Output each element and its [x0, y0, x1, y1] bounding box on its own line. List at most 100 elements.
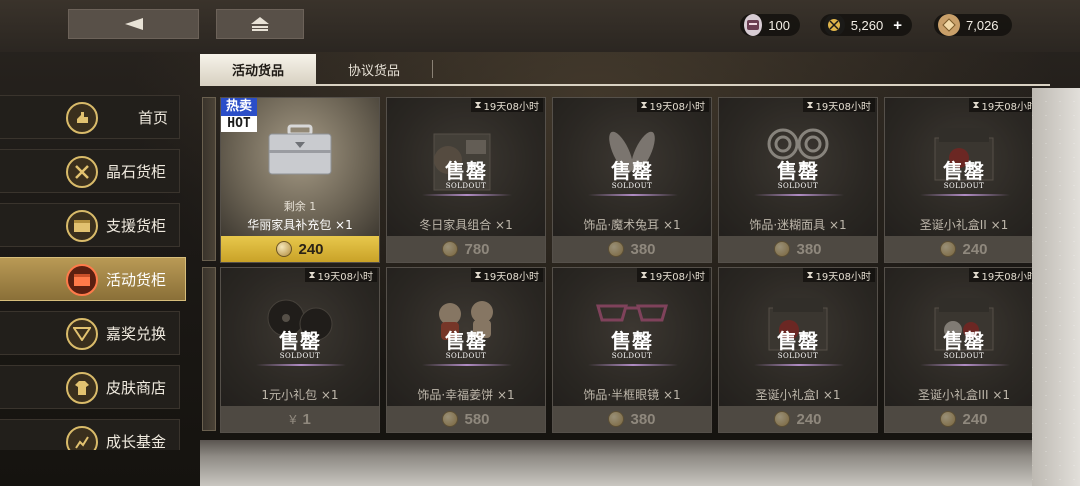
certificate-icon — [442, 411, 459, 427]
previous-card-edge — [202, 267, 216, 431]
item-name: 圣诞小礼盒I ×1 — [755, 388, 841, 402]
item-price: 240 — [962, 410, 988, 428]
sold-out-divider — [422, 194, 512, 196]
hourglass-icon: ⧗ — [972, 269, 980, 281]
tab-underline — [200, 84, 1050, 86]
sidebar-item-label: 活动货柜 — [106, 270, 167, 289]
sold-out-english: SOLDOUT — [777, 182, 819, 190]
top-bar: 100 5,260 + 7,026 — [0, 0, 1080, 52]
back-button[interactable] — [68, 9, 199, 39]
currency-symbol: ¥ — [289, 411, 297, 427]
sidebar-item-crystal[interactable]: 晶石货柜 — [0, 149, 180, 193]
back-arrow-icon — [124, 18, 143, 30]
timer: ⧗ 19天08小时 — [802, 98, 875, 113]
certificate-icon — [442, 241, 459, 257]
shop-item-card[interactable]: ⧗ 19天08小时 售罄 SOLDOUT 1元小礼包 ×1 ¥1 — [220, 267, 380, 433]
sold-out-english: SOLDOUT — [943, 182, 985, 190]
home-button[interactable] — [216, 9, 304, 39]
shop-item-card[interactable]: ⧗ 19天08小时 售罄 SOLDOUT 冬日家具组合 ×1 780 — [386, 97, 546, 263]
timer-text: 19天08小时 — [981, 271, 1032, 283]
shop-item-card[interactable]: ⧗ 19天08小时 售罄 SOLDOUT 饰品·幸福姜饼 ×1 580 — [386, 267, 546, 433]
sold-out-text: 售罄 — [611, 159, 653, 183]
sanity-icon — [744, 14, 763, 36]
item-price: 380 — [630, 240, 656, 258]
timer-text: 19天08小时 — [483, 101, 539, 113]
price-bar: 240 — [221, 236, 379, 262]
hourglass-icon: ⧗ — [474, 99, 482, 111]
item-name: 冬日家具组合 ×1 — [419, 218, 513, 232]
shop-item-card[interactable]: ⧗ 19天08小时 售罄 SOLDOUT 圣诞小礼盒II ×1 240 — [884, 97, 1032, 263]
sidebar-item-fund[interactable]: 成长基金 — [0, 419, 180, 450]
shop-item-card[interactable]: ⧗ 19天08小时 售罄 SOLDOUT 饰品·魔术兔耳 ×1 380 — [552, 97, 712, 263]
orundum-icon — [938, 14, 960, 36]
hot-badge: 热卖 HOT — [221, 98, 257, 132]
shop-item-card[interactable]: ⧗ 19天08小时 售罄 SOLDOUT 饰品·迷糊面具 ×1 380 — [718, 97, 878, 263]
sold-out-label: 售罄 SOLDOUT — [885, 160, 1032, 190]
sold-out-text: 售罄 — [445, 159, 487, 183]
sidebar-item-event[interactable]: 活动货柜 — [0, 257, 186, 301]
sold-out-divider — [422, 364, 512, 366]
tab-event-goods[interactable]: 活动货品 — [200, 54, 316, 84]
orundum-counter: 7,026 — [934, 14, 1012, 36]
sold-out-text: 售罄 — [279, 329, 321, 353]
hot-badge-english: HOT — [221, 116, 257, 132]
sold-out-english: SOLDOUT — [777, 352, 819, 360]
sidebar-item-supply[interactable]: 支援货柜 — [0, 203, 180, 247]
sold-out-divider — [256, 364, 346, 366]
fund-icon — [66, 426, 98, 450]
timer: ⧗ 19天08小时 — [304, 268, 377, 283]
add-lmd-button[interactable]: + — [893, 17, 902, 34]
price-bar: 380 — [719, 236, 877, 262]
timer: ⧗ 19天08小时 — [636, 268, 709, 283]
shop-item-card[interactable]: ⧗ 19天08小时 售罄 SOLDOUT 饰品·半框眼镜 ×1 380 — [552, 267, 712, 433]
sidebar-item-reward[interactable]: 嘉奖兑换 — [0, 311, 180, 355]
sold-out-divider — [920, 194, 1010, 196]
home-thumb-icon — [66, 102, 98, 134]
certificate-icon — [608, 241, 625, 257]
tab-contract-goods[interactable]: 协议货品 — [316, 54, 432, 84]
sold-out-text: 售罄 — [777, 159, 819, 183]
hourglass-icon: ⧗ — [972, 99, 980, 111]
timer: ⧗ 19天08小时 — [968, 268, 1032, 283]
item-price: 240 — [796, 410, 822, 428]
certificate-icon — [774, 411, 791, 427]
item-price: 580 — [464, 410, 490, 428]
item-name: 饰品·迷糊面具 ×1 — [749, 218, 847, 232]
item-name: 饰品·半框眼镜 ×1 — [583, 388, 681, 402]
timer-text: 19天08小时 — [815, 101, 871, 113]
shop-item-card[interactable]: ⧗ 19天08小时 售罄 SOLDOUT 圣诞小礼盒I ×1 240 — [718, 267, 878, 433]
timer-text: 19天08小时 — [649, 101, 705, 113]
price-bar: 240 — [885, 236, 1032, 262]
sidebar-item-label: 嘉奖兑换 — [106, 324, 167, 343]
timer-text: 19天08小时 — [317, 271, 373, 283]
sold-out-divider — [920, 364, 1010, 366]
sold-out-label: 售罄 SOLDOUT — [885, 330, 1032, 360]
price-bar: 380 — [553, 236, 711, 262]
sold-out-label: 售罄 SOLDOUT — [553, 160, 711, 190]
event-box-icon — [66, 264, 98, 296]
certificate-icon — [940, 241, 957, 257]
lmd-counter[interactable]: 5,260 + — [820, 14, 912, 36]
timer: ⧗ 19天08小时 — [968, 98, 1032, 113]
item-name: 华丽家具补充包 ×1 — [247, 218, 353, 232]
timer-text: 19天08小时 — [815, 271, 871, 283]
timer-text: 19天08小时 — [981, 101, 1032, 113]
sidebar-item-outfit[interactable]: 皮肤商店 — [0, 365, 180, 409]
shop-item-card[interactable]: ⧗ 19天08小时 售罄 SOLDOUT 圣诞小礼盒III ×1 240 — [884, 267, 1032, 433]
hot-badge-label: 热卖 — [221, 98, 257, 116]
certificate-icon — [940, 411, 957, 427]
sidebar-item-home[interactable]: 首页 — [0, 95, 180, 139]
hourglass-icon: ⧗ — [474, 269, 482, 281]
certificate-icon — [608, 411, 625, 427]
sidebar-item-label: 首页 — [138, 108, 169, 127]
sold-out-label: 售罄 SOLDOUT — [719, 160, 877, 190]
shop-item-card[interactable]: 热卖 HOT 剩余 1 华丽家具补充包 ×1 240 — [220, 97, 380, 263]
sidebar-item-label: 皮肤商店 — [106, 378, 167, 397]
lmd-icon — [824, 14, 845, 36]
sold-out-text: 售罄 — [943, 329, 985, 353]
hourglass-icon: ⧗ — [640, 99, 648, 111]
sold-out-label: 售罄 SOLDOUT — [387, 160, 545, 190]
sold-out-english: SOLDOUT — [445, 182, 487, 190]
sold-out-label: 售罄 SOLDOUT — [221, 330, 379, 360]
timer: ⧗ 19天08小时 — [636, 98, 709, 113]
